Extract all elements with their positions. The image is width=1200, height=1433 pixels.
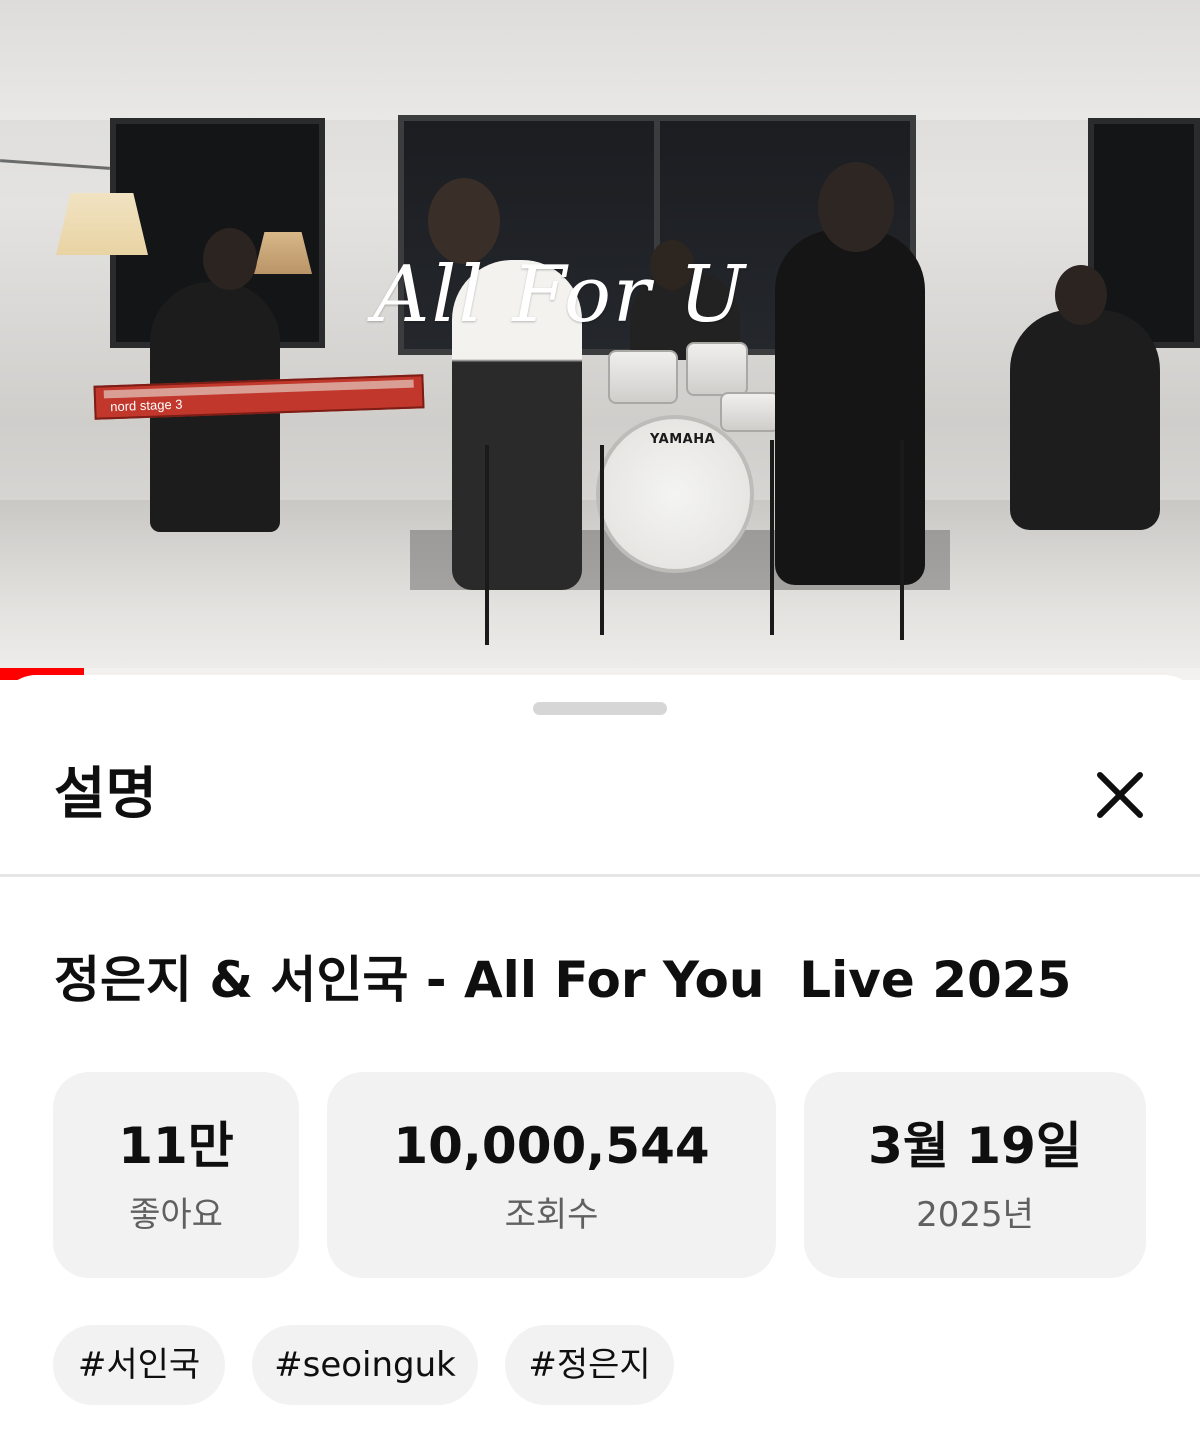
stool-leg — [600, 445, 604, 635]
drum-brand: YAMAHA — [650, 432, 716, 447]
stool-leg — [770, 440, 774, 635]
stage-keyboard: nord stage 3 — [93, 374, 425, 420]
upload-year: 2025년 — [916, 1195, 1034, 1235]
stool-leg — [900, 440, 904, 640]
description-sheet: 설명 정은지 & 서인국 - All For You Live 2025 11만… — [0, 675, 1200, 1433]
sheet-drag-handle[interactable] — [533, 702, 667, 715]
sheet-divider — [0, 874, 1200, 877]
video-title: 정은지 & 서인국 - All For You Live 2025 — [54, 951, 1072, 1009]
hashtag-chip[interactable]: #정은지 — [505, 1325, 674, 1405]
likes-label: 좋아요 — [129, 1195, 223, 1235]
upload-date-stat: 3월 19일 2025년 — [804, 1072, 1146, 1278]
sheet-title: 설명 — [54, 762, 158, 827]
views-count: 10,000,544 — [393, 1117, 710, 1175]
close-icon — [1097, 772, 1143, 818]
bassist — [1010, 310, 1160, 530]
hashtag-chip[interactable]: #seoinguk — [252, 1325, 478, 1405]
singer-right-head — [818, 162, 894, 252]
likes-stat: 11만 좋아요 — [53, 1072, 299, 1278]
views-stat: 10,000,544 조회수 — [327, 1072, 776, 1278]
video-overlay-title: All For U — [373, 250, 747, 340]
video-player[interactable]: nord stage 3 YAMAHA All For U — [0, 0, 1200, 680]
upload-date: 3월 19일 — [868, 1117, 1082, 1175]
bassist-head — [1055, 265, 1107, 325]
video-backdrop — [0, 0, 1200, 120]
close-button[interactable] — [1080, 755, 1160, 835]
keyboardist-head — [203, 228, 257, 290]
floor-lamp — [56, 193, 148, 255]
keyboard-label: nord stage 3 — [109, 396, 183, 415]
drum-tom — [608, 350, 678, 404]
drum-tom — [686, 342, 748, 396]
views-label: 조회수 — [504, 1195, 599, 1235]
floor-lamp-arm — [0, 159, 110, 170]
stool-leg — [485, 445, 489, 645]
hashtag-chip[interactable]: #서인국 — [53, 1325, 225, 1405]
drum-tom — [720, 392, 780, 432]
likes-count: 11만 — [118, 1117, 234, 1175]
